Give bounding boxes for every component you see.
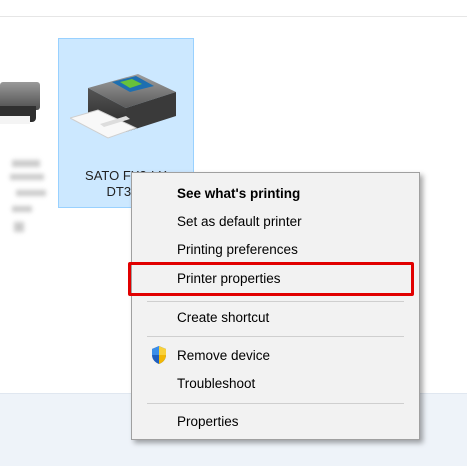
menu-item-troubleshoot[interactable]: Troubleshoot [132, 371, 419, 397]
menu-item-properties[interactable]: Properties [132, 409, 419, 435]
highlight-box [128, 262, 414, 296]
shield-icon [152, 346, 166, 364]
context-menu: See what's printing Set as default print… [131, 172, 420, 440]
menu-separator [147, 403, 404, 404]
menu-separator [147, 301, 404, 302]
menu-separator [147, 336, 404, 337]
device-icon-partial[interactable] [0, 70, 45, 140]
printer-paper-part [0, 116, 30, 124]
menu-item-printing-preferences[interactable]: Printing preferences [132, 237, 419, 263]
blurred-device-label [8, 160, 53, 250]
top-divider [0, 16, 467, 17]
menu-item-remove-device[interactable]: Remove device [132, 343, 419, 369]
menu-item-create-shortcut[interactable]: Create shortcut [132, 305, 419, 331]
menu-item-see-whats-printing[interactable]: See what's printing [132, 181, 419, 207]
menu-item-set-default-printer[interactable]: Set as default printer [132, 209, 419, 235]
printer-icon [70, 74, 176, 139]
